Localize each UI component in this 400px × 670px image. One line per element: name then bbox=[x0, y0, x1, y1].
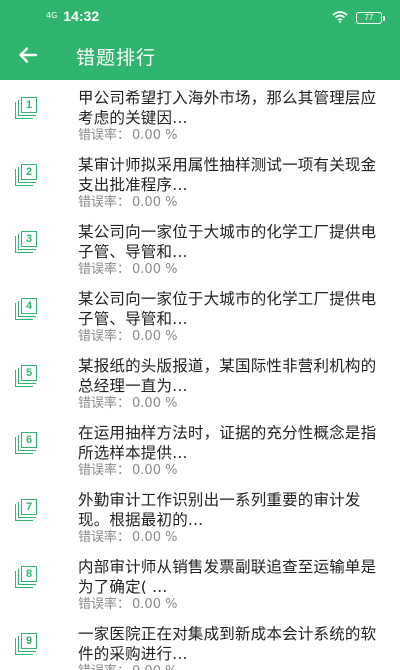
question-text: 某公司向一家位于大城市的化学工厂提供电子管、导管和... bbox=[78, 223, 377, 261]
list-item-5[interactable]: 5 某报纸的头版报道，某国际性非营利机构的总经理一直为... 错误率： 0.00 … bbox=[0, 348, 400, 415]
status-bar: 4G 14:32 77 bbox=[0, 0, 400, 30]
item-text: 在运用抽样方法时，证据的充分性概念是指所选样本提供... 错误率： 0.00 % bbox=[78, 423, 390, 479]
error-rate: 错误率：0.00 % bbox=[78, 664, 390, 670]
error-rate: 错误率：0.00 % bbox=[78, 262, 390, 278]
battery-icon: 77 bbox=[356, 11, 385, 24]
question-number: 3 bbox=[21, 231, 37, 247]
list-item-2[interactable]: 2 某审计师拟采用属性抽样测试一项有关现金支出批准程序... 错误率： 0.00 … bbox=[0, 147, 400, 214]
question-number-icon: 9 bbox=[14, 630, 40, 656]
question-number: 4 bbox=[21, 298, 37, 314]
error-rate-label: 错误率： bbox=[78, 396, 131, 411]
question-text: 某报纸的头版报道，某国际性非营利机构的总经理一直为... bbox=[78, 357, 377, 395]
question-number-icon: 5 bbox=[14, 362, 40, 388]
question-number: 8 bbox=[21, 566, 37, 582]
question-text: 甲公司希望打入海外市场，那么其管理层应考虑的关键因... bbox=[78, 89, 377, 127]
error-rate-label: 错误率： bbox=[78, 664, 130, 670]
error-rate-value: 0.00 % bbox=[132, 664, 177, 670]
question-number: 2 bbox=[21, 164, 37, 180]
question-number-icon: 6 bbox=[14, 429, 40, 455]
list-item-3[interactable]: 3 某公司向一家位于大城市的化学工厂提供电子管、导管和... 错误率： 0.00 … bbox=[0, 214, 400, 281]
page-title: 错题排行 bbox=[76, 47, 157, 69]
list-item-8[interactable]: 8 内部审计师从销售发票副联追查至运输单是为了确定( ... 错误率： 0.00 … bbox=[0, 549, 400, 616]
item-text: 某报纸的头版报道，某国际性非营利机构的总经理一直为... 错误率： 0.00 % bbox=[78, 356, 390, 412]
status-left: 4G 14:32 bbox=[46, 8, 99, 24]
error-rate-value: 0.00 % bbox=[132, 597, 178, 612]
item-text: 某审计师拟采用属性抽样测试一项有关现金支出批准程序... 错误率： 0.00 % bbox=[78, 155, 390, 211]
error-rate-value: 0.00 % bbox=[132, 463, 178, 478]
error-rate: 错误率：0.00 % bbox=[78, 128, 390, 144]
error-rate: 错误率：0.00 % bbox=[78, 463, 390, 479]
question-text: 在运用抽样方法时，证据的充分性概念是指所选样本提供... bbox=[78, 424, 377, 462]
item-text: 某公司向一家位于大城市的化学工厂提供电子管、导管和... 错误率： 0.00 % bbox=[78, 289, 390, 345]
question-list: 1 甲公司希望打入海外市场，那么其管理层应考虑的关键因... 错误率： 0.00 … bbox=[0, 80, 400, 670]
list-item-6[interactable]: 6 在运用抽样方法时，证据的充分性概念是指所选样本提供... 错误率： 0.00 … bbox=[0, 415, 400, 482]
question-number: 6 bbox=[21, 432, 37, 448]
error-rate-value: 0.00 % bbox=[132, 329, 178, 344]
question-number-icon: 7 bbox=[14, 496, 40, 522]
question-text: 某公司向一家位于大城市的化学工厂提供电子管、导管和... bbox=[78, 290, 377, 328]
question-number-icon: 4 bbox=[14, 295, 40, 321]
question-number: 5 bbox=[21, 365, 37, 381]
back-button[interactable] bbox=[12, 39, 44, 71]
arrow-left-icon bbox=[19, 47, 38, 63]
list-item-9[interactable]: 9 一家医院正在对集成到新成本会计系统的软件的采购进行... 错误率：0.00 … bbox=[0, 616, 400, 670]
app-bar: 错题排行 bbox=[0, 30, 400, 80]
list-item-1[interactable]: 1 甲公司希望打入海外市场，那么其管理层应考虑的关键因... 错误率： 0.00 … bbox=[0, 80, 400, 147]
question-text: 某审计师拟采用属性抽样测试一项有关现金支出批准程序... bbox=[78, 156, 377, 194]
error-rate-value: 0.00 % bbox=[132, 262, 178, 277]
list-item-7[interactable]: 7 外勤审计工作识别出一系列重要的审计发现。根据最初的... 错误率： 0.00 … bbox=[0, 482, 400, 549]
status-right: 77 bbox=[332, 8, 385, 27]
item-text: 甲公司希望打入海外市场，那么其管理层应考虑的关键因... 错误率： 0.00 % bbox=[78, 88, 390, 144]
error-rate-label: 错误率： bbox=[78, 262, 131, 277]
question-number-icon: 1 bbox=[14, 94, 40, 120]
wifi-icon bbox=[332, 8, 348, 27]
error-rate-label: 错误率： bbox=[78, 329, 131, 344]
error-rate-label: 错误率： bbox=[78, 128, 131, 143]
clock: 14:32 bbox=[63, 8, 100, 24]
question-number-icon: 3 bbox=[14, 228, 40, 254]
question-number-icon: 8 bbox=[14, 563, 40, 589]
error-rate: 错误率：0.00 % bbox=[78, 530, 390, 546]
question-number-icon: 2 bbox=[14, 161, 40, 187]
list-item-4[interactable]: 4 某公司向一家位于大城市的化学工厂提供电子管、导管和... 错误率： 0.00 … bbox=[0, 281, 400, 348]
error-rate-label: 错误率： bbox=[78, 463, 131, 478]
question-text: 内部审计师从销售发票副联追查至运输单是为了确定( ... bbox=[78, 558, 377, 596]
error-rate: 错误率：0.00 % bbox=[78, 195, 390, 211]
error-rate-value: 0.00 % bbox=[132, 530, 178, 545]
question-text: 一家医院正在对集成到新成本会计系统的软件的采购进行... bbox=[78, 625, 377, 663]
question-text: 外勤审计工作识别出一系列重要的审计发现。根据最初的... bbox=[78, 491, 361, 529]
error-rate-value: 0.00 % bbox=[132, 195, 178, 210]
error-rate-value: 0.00 % bbox=[132, 128, 178, 143]
question-number: 1 bbox=[21, 97, 37, 113]
error-rate-label: 错误率： bbox=[78, 195, 131, 210]
error-rate-value: 0.00 % bbox=[132, 396, 178, 411]
error-rate: 错误率：0.00 % bbox=[78, 396, 390, 412]
question-number: 7 bbox=[21, 499, 37, 515]
item-text: 一家医院正在对集成到新成本会计系统的软件的采购进行... 错误率：0.00 % bbox=[78, 624, 390, 670]
network-icon: 4G bbox=[46, 11, 58, 20]
error-rate-label: 错误率： bbox=[78, 597, 131, 612]
error-rate-label: 错误率： bbox=[78, 530, 131, 545]
item-text: 某公司向一家位于大城市的化学工厂提供电子管、导管和... 错误率： 0.00 % bbox=[78, 222, 390, 278]
item-text: 内部审计师从销售发票副联追查至运输单是为了确定( ... 错误率： 0.00 % bbox=[78, 557, 390, 613]
error-rate: 错误率：0.00 % bbox=[78, 597, 390, 613]
question-number: 9 bbox=[21, 633, 37, 649]
item-text: 外勤审计工作识别出一系列重要的审计发现。根据最初的... 错误率： 0.00 % bbox=[78, 490, 390, 546]
error-rate: 错误率：0.00 % bbox=[78, 329, 390, 345]
